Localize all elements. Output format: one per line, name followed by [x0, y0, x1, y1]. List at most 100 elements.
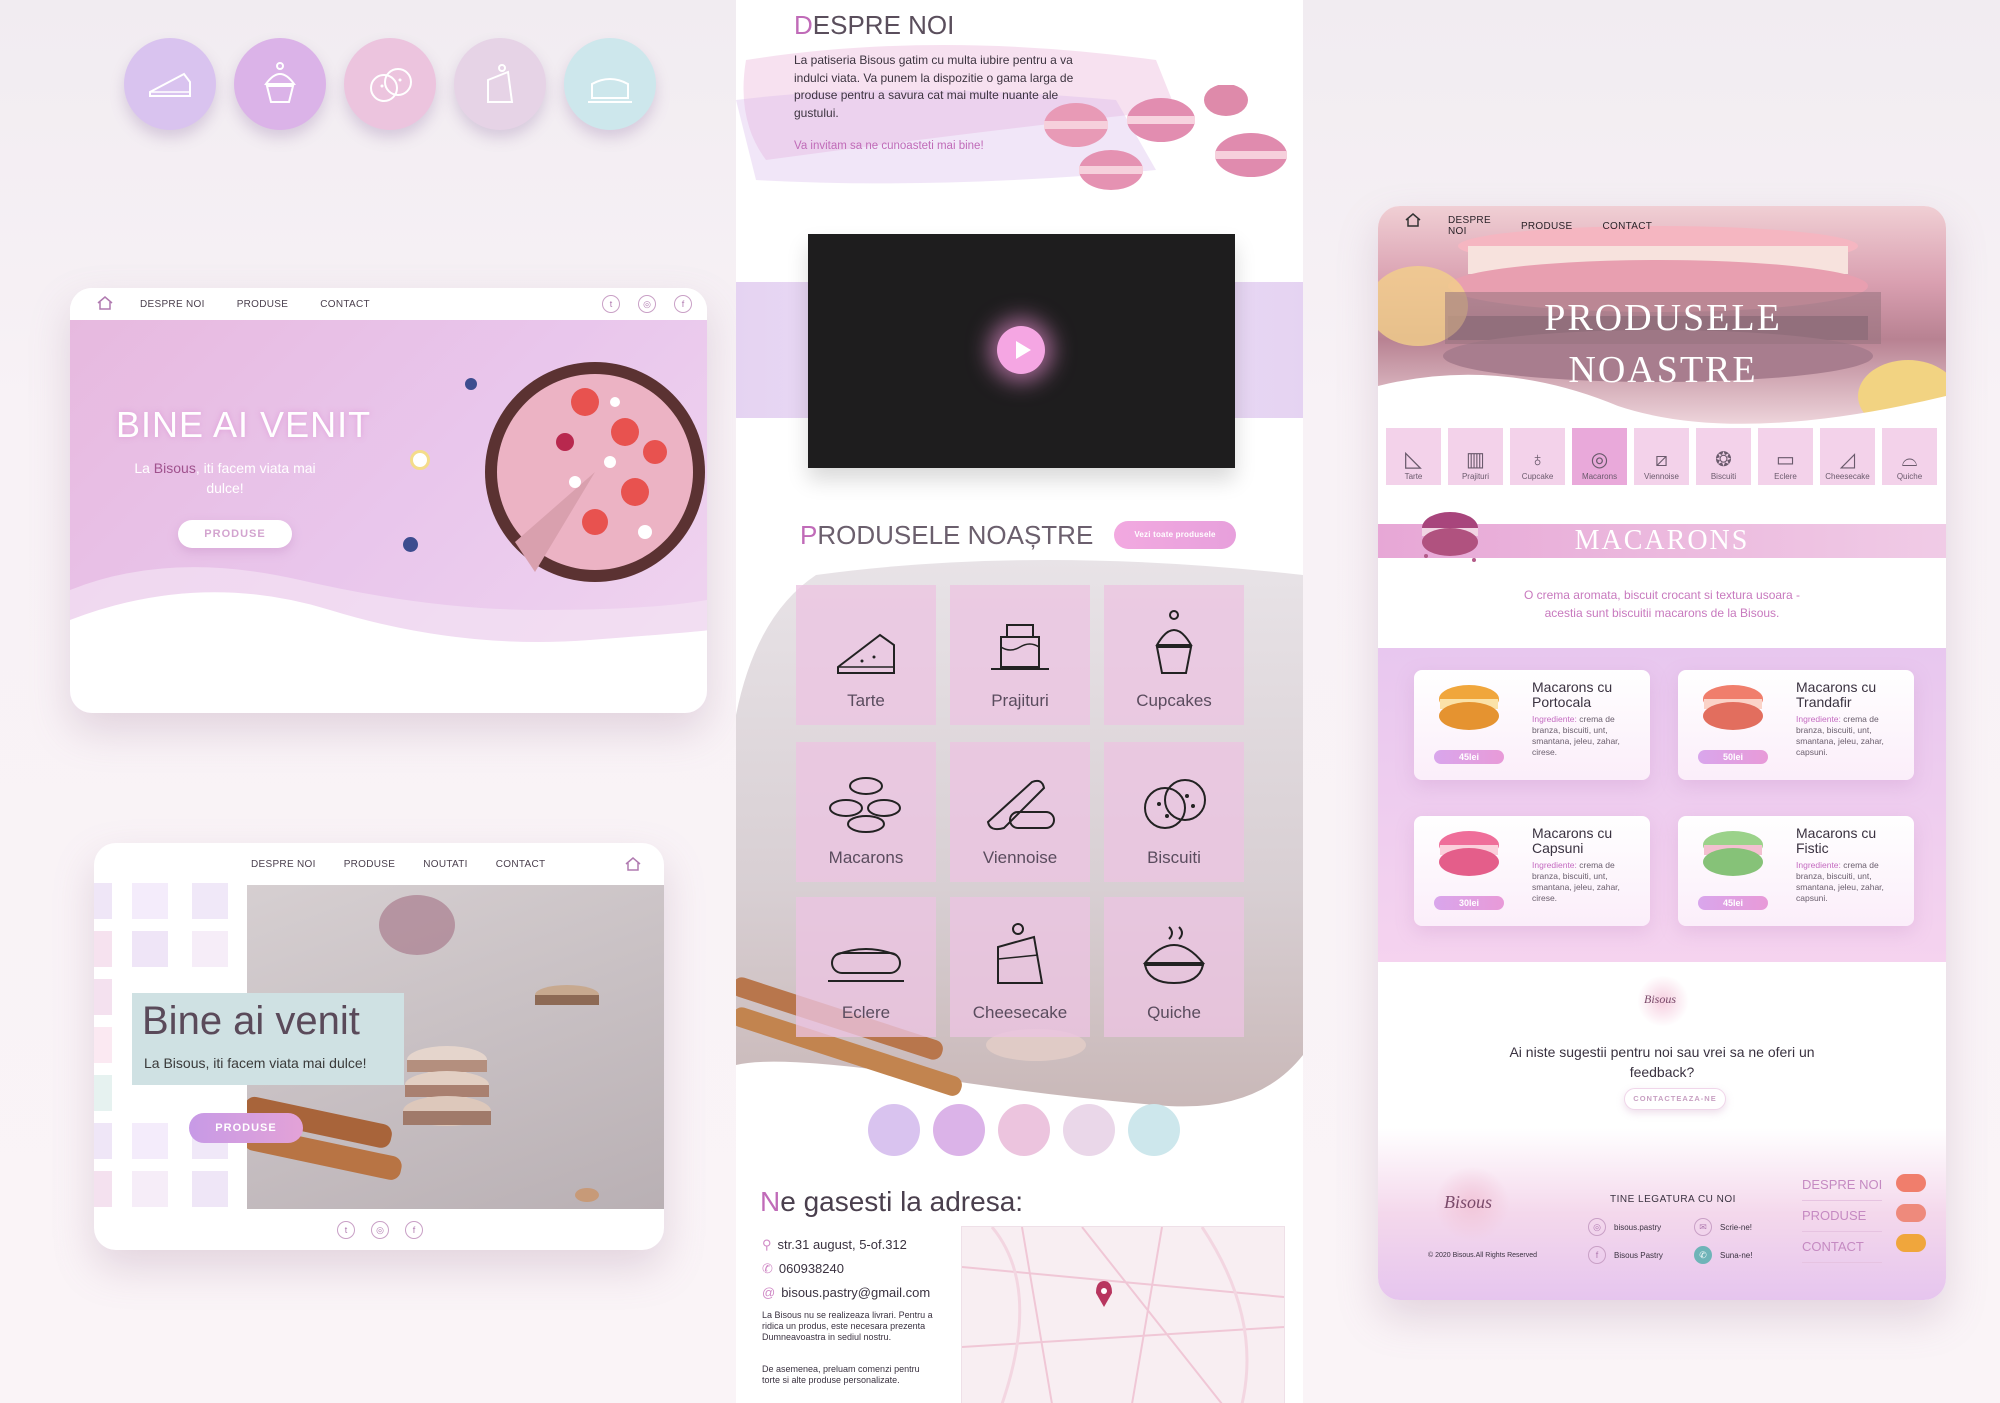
tile-tarte[interactable]: Tarte: [796, 585, 936, 725]
home-icon[interactable]: [624, 856, 642, 877]
footer-nav: DESPRE NOI PRODUSE CONTACT: [1802, 1170, 1883, 1263]
cake-icon[interactable]: [564, 38, 656, 130]
section-description: O crema aromata, biscuit crocant si text…: [1523, 588, 1801, 620]
tile-cheesecake[interactable]: Cheesecake: [950, 897, 1090, 1037]
twitter-icon[interactable]: t: [602, 295, 620, 313]
eclair-icon: ▭: [1776, 449, 1795, 471]
facebook-icon[interactable]: f: [405, 1221, 423, 1239]
cat-cheesecake[interactable]: ◿ Cheesecake: [1820, 428, 1875, 485]
home-icon[interactable]: [96, 295, 114, 316]
products-area: Macarons cu Portocala Ingrediente: crema…: [1378, 648, 1946, 962]
feedback-text: Ai niste sugestii pentru noi sau vrei sa…: [1509, 1044, 1815, 1080]
twitter-icon[interactable]: t: [337, 1221, 355, 1239]
cookie-icon[interactable]: [998, 1104, 1050, 1156]
pie-slice-icon: ◺: [1405, 446, 1422, 471]
cat-prajituri[interactable]: ▥ Prajituri: [1448, 428, 1503, 485]
nav-contact[interactable]: CONTACT: [320, 299, 370, 310]
layer-cake-icon: [991, 624, 1049, 670]
cookie-icon[interactable]: [344, 38, 436, 130]
facebook-icon[interactable]: f: [674, 295, 692, 313]
cookie-icon: [1144, 779, 1206, 829]
price-badge: 45lei: [1698, 896, 1768, 910]
macarons-icon: ◎: [1590, 449, 1609, 471]
hero: BINE AI VENIT La Bisous, iti facem viata…: [70, 320, 707, 713]
instagram-icon[interactable]: ◎: [371, 1221, 389, 1239]
tile-biscuiti[interactable]: Biscuiti: [1104, 742, 1244, 882]
products-heading: PRODUSELE NOAȘTRE: [800, 520, 1094, 550]
nav-despre-noi[interactable]: DESPRE NOI: [140, 299, 205, 310]
tile-cupcakes[interactable]: Cupcakes: [1104, 585, 1244, 725]
product-card[interactable]: Macarons cu Trandafir Ingrediente: crema…: [1678, 670, 1914, 780]
contact-us-button[interactable]: CONTACTEAZA-NE: [1624, 1088, 1726, 1110]
tile-viennoise[interactable]: Viennoise: [950, 742, 1090, 882]
tile-label: Tarte: [847, 691, 885, 710]
instagram-icon[interactable]: ◎: [1588, 1218, 1606, 1236]
category-strip: ◺ Tarte ▥ Prajituri ♁ Cupcake ◎ Macarons ⧄ Vi…: [1386, 428, 1946, 488]
email-icon[interactable]: ✉: [1694, 1218, 1712, 1236]
macaron-image: [1703, 685, 1763, 730]
cake-slice-icon[interactable]: [1063, 1104, 1115, 1156]
cake-icon[interactable]: [1128, 1104, 1180, 1156]
map[interactable]: [961, 1226, 1285, 1403]
tile-quiche[interactable]: Quiche: [1104, 897, 1244, 1037]
produse-button[interactable]: PRODUSE: [189, 1113, 303, 1143]
product-ingredients: Ingrediente: crema de branza, biscuiti, …: [1796, 860, 1884, 903]
tile-label: Eclere: [841, 1003, 891, 1022]
cat-cupcake[interactable]: ♁ Cupcake: [1510, 428, 1565, 485]
phone-icon[interactable]: ✆: [1694, 1246, 1712, 1264]
tart-image: [475, 342, 705, 642]
home-icon[interactable]: [1404, 212, 1422, 233]
brand-name: Bisous: [153, 460, 196, 476]
cat-tarte[interactable]: ◺ Tarte: [1386, 428, 1441, 485]
phone-number: 060938240: [778, 1261, 844, 1276]
nav-produse[interactable]: PRODUSE: [344, 859, 396, 870]
play-button[interactable]: [997, 326, 1045, 374]
product-card[interactable]: Macarons cu Capsuni Ingrediente: crema d…: [1414, 816, 1650, 926]
product-card[interactable]: Macarons cu Fistic Ingrediente: crema de…: [1678, 816, 1914, 926]
instagram-icon[interactable]: ◎: [638, 295, 656, 313]
footer-macarons-decoration: [1896, 1174, 1926, 1252]
cupcake-icon[interactable]: [234, 38, 326, 130]
footer-title: TINE LEGATURA CU NOI: [1610, 1194, 1736, 1205]
tile-label: Prajituri: [991, 691, 1049, 710]
tile-macarons[interactable]: Macarons: [796, 742, 936, 882]
copyright: © 2020 Bisous.All Rights Reserved: [1428, 1252, 1538, 1259]
tile-prajituri[interactable]: Prajituri: [950, 585, 1090, 725]
hero-subtitle: La Bisous, iti facem viata mai dulce!: [134, 460, 316, 496]
cookie-icon: ❂: [1715, 449, 1732, 471]
pie-slice-icon[interactable]: [868, 1104, 920, 1156]
nav-produse[interactable]: PRODUSE: [237, 299, 289, 310]
cat-eclere[interactable]: ▭ Eclere: [1758, 428, 1813, 485]
price-badge: 30lei: [1434, 896, 1504, 910]
nav-contact[interactable]: CONTACT: [496, 859, 546, 870]
facebook-icon[interactable]: f: [1588, 1246, 1606, 1264]
product-name: Macarons cu Capsuni: [1532, 825, 1613, 856]
cat-viennoise[interactable]: ⧄ Viennoise: [1634, 428, 1689, 485]
nav-despre-noi[interactable]: DESPRE NOI: [1448, 215, 1491, 237]
product-card[interactable]: Macarons cu Portocala Ingrediente: crema…: [1414, 670, 1650, 780]
footer-nav-produse[interactable]: PRODUSE: [1802, 1201, 1883, 1232]
email-address[interactable]: bisous.pastry@gmail.com: [781, 1285, 930, 1300]
nav-produse[interactable]: PRODUSE: [1521, 221, 1573, 232]
cheesecake-icon: ◿: [1839, 449, 1856, 471]
tile-eclere[interactable]: Eclere: [796, 897, 936, 1037]
cake-slice-icon[interactable]: [454, 38, 546, 130]
video-player[interactable]: [808, 234, 1235, 468]
footer-nav-despre-noi[interactable]: DESPRE NOI: [1802, 1170, 1883, 1201]
cat-macarons[interactable]: ◎ Macarons: [1572, 428, 1627, 485]
nav-despre-noi[interactable]: DESPRE NOI: [251, 859, 316, 870]
footer-nav-contact[interactable]: CONTACT: [1802, 1232, 1883, 1263]
center-page-mockup: DESPRE NOI La patiseria Bisous gatim cu …: [736, 0, 1303, 1403]
cat-quiche[interactable]: ⌓ Quiche: [1882, 428, 1937, 485]
pie-slice-icon[interactable]: [124, 38, 216, 130]
tile-label: Biscuiti: [1147, 848, 1201, 867]
nav-contact[interactable]: CONTACT: [1603, 221, 1653, 232]
cat-biscuiti[interactable]: ❂ Biscuiti: [1696, 428, 1751, 485]
product-name: Macarons cu Fistic: [1796, 825, 1877, 856]
produse-button[interactable]: PRODUSE: [178, 520, 292, 548]
see-all-products-button[interactable]: Vezi toate produsele: [1114, 521, 1236, 549]
product-ingredients: Ingrediente: crema de branza, biscuiti, …: [1796, 714, 1884, 757]
nav-noutati[interactable]: NOUTATI: [423, 859, 468, 870]
cupcake-icon[interactable]: [933, 1104, 985, 1156]
product-name: Macarons cu Portocala: [1532, 679, 1613, 710]
